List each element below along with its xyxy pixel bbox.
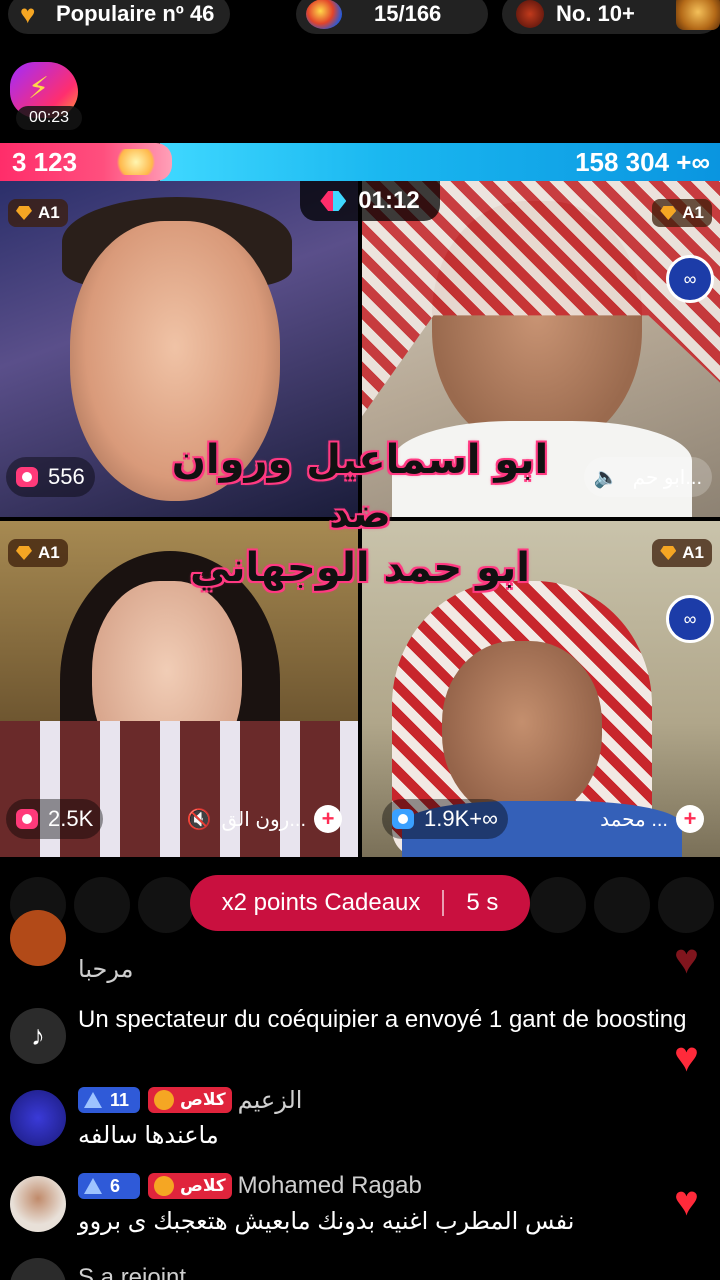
boost-banner[interactable]: x2 points Cadeaux 5 s	[190, 875, 530, 931]
left-team-score: 3 123	[12, 147, 78, 177]
live-chat: مرحبا ♥ ♪ Un spectateur du coéquipier a …	[0, 910, 720, 1280]
participant-avatars-row: x2 points Cadeaux 5 s	[0, 875, 720, 935]
versus-icon	[320, 191, 347, 211]
tiktok-icon: ♪	[10, 1008, 66, 1064]
user-avatar[interactable]	[10, 1176, 66, 1232]
fan-club-badge: كلاص	[148, 1087, 232, 1113]
chat-meta: 6 كلاص Mohamed Ragab	[78, 1172, 422, 1200]
gift-ball-icon	[306, 0, 342, 29]
viewer-stat[interactable]: 1.9K+ ∞	[382, 799, 508, 839]
ranking-pill[interactable]: No. 10+	[502, 0, 720, 34]
host-name: رون الق...	[221, 808, 306, 831]
host-name: محمد ...	[600, 808, 668, 831]
boost-label: x2 points Cadeaux	[221, 889, 421, 916]
user-avatar[interactable]	[10, 910, 66, 966]
diamond-icon	[660, 206, 677, 220]
username[interactable]: Mohamed Ragab	[238, 1172, 422, 1200]
fan-tag: كلاص	[180, 1090, 226, 1109]
popular-rank-pill[interactable]: ♥ Populaire nº 46	[8, 0, 230, 34]
diamond-icon	[16, 206, 32, 220]
overlay-title-line-2: ضد	[329, 491, 391, 537]
chat-text: نفس المطرب اغنيه بدونك مابعيش هتعجبك ى ب…	[78, 1208, 575, 1235]
camera-icon	[16, 809, 38, 829]
level-value: 6	[110, 1175, 121, 1196]
level-badge: 11	[78, 1087, 140, 1113]
mask-icon: +∞	[676, 147, 710, 177]
chat-text: ماعندها سالفه	[78, 1122, 219, 1149]
battle-score-bar: 3 123 158 304 +∞	[0, 143, 720, 181]
overlay-title-line-1: ابو اسماعيل وروان	[171, 437, 549, 483]
mask-badge-icon[interactable]: ∞	[666, 255, 714, 303]
level-badge: 6	[78, 1173, 140, 1199]
host-name-pill[interactable]: محمد ... +	[590, 799, 714, 839]
rank-badge-icon	[516, 0, 544, 28]
like-heart-icon: ♥	[674, 1033, 699, 1080]
level-icon	[84, 1092, 102, 1108]
mute-icon: 🔇	[186, 808, 212, 831]
mask-badge-icon[interactable]: ∞	[666, 595, 714, 643]
tier-label: A1	[682, 203, 704, 222]
fan-heart-icon	[154, 1176, 174, 1196]
participant-avatar[interactable]	[658, 877, 714, 933]
camera-icon	[392, 809, 414, 829]
fan-tag: كلاص	[180, 1176, 226, 1195]
host-face	[442, 641, 602, 821]
boost-countdown: 5 s	[466, 889, 499, 916]
chat-text: مرحبا	[78, 956, 134, 983]
level-value: 11	[110, 1089, 130, 1110]
battle-timer-value: 01:12	[358, 187, 420, 214]
username[interactable]: الزعيم	[238, 1086, 303, 1115]
user-avatar[interactable]	[10, 1258, 66, 1280]
fan-club-badge: كلاص	[148, 1173, 232, 1199]
participant-avatar[interactable]	[530, 877, 586, 933]
boost-separator	[442, 890, 445, 916]
follow-plus-icon[interactable]: +	[314, 805, 342, 833]
participant-avatar[interactable]	[138, 877, 194, 933]
level-icon	[84, 1178, 102, 1194]
ranking-label: No. 10+	[556, 1, 635, 26]
user-avatar[interactable]	[10, 1090, 66, 1146]
tier-badge: A1	[652, 199, 712, 227]
battle-video-grid: A1 556 A1 ∞ 🔈 ابو حم... A1 2.5K 🔇 رون الق.…	[0, 181, 720, 857]
like-heart-icon: ♥	[674, 1177, 699, 1224]
lightning-icon: ⚡	[28, 72, 50, 105]
top-stats-bar: ♥ Populaire nº 46 15/166 No. 10+	[0, 0, 720, 34]
tier-badge: A1	[8, 199, 68, 227]
tier-label: A1	[38, 203, 60, 222]
heart-icon: ♥	[20, 0, 36, 29]
right-team-score-value: 158 304	[575, 147, 670, 177]
battle-timer: 01:12	[300, 181, 440, 221]
like-heart-icon: ♥	[674, 935, 699, 982]
viewer-count: 2.5K	[48, 806, 94, 831]
viewer-count: 1.9K+	[424, 806, 483, 831]
participant-avatar[interactable]	[74, 877, 130, 933]
goal-progress-label: 15/166	[374, 1, 442, 26]
fan-heart-icon	[154, 1090, 174, 1110]
treasure-icon[interactable]	[676, 0, 720, 30]
follow-plus-icon[interactable]: +	[676, 805, 704, 833]
popular-rank-label: Populaire nº 46	[56, 1, 215, 26]
chat-meta: 11 كلاص الزعيم	[78, 1086, 302, 1114]
live-event-badge[interactable]: ⚡ 00:23	[8, 62, 82, 130]
chat-text: S a rejoint	[78, 1264, 187, 1280]
host-name-pill[interactable]: 🔇 رون الق... +	[177, 799, 352, 839]
right-team-score: 158 304 +∞	[575, 147, 710, 178]
mask-icon: ∞	[482, 806, 498, 831]
event-timer: 00:23	[16, 106, 82, 130]
score-spark-icon	[112, 149, 160, 175]
viewer-stat[interactable]: 2.5K	[6, 799, 104, 839]
overlay-title-line-3: ابو حمد الوجهاني	[190, 545, 530, 591]
goal-progress-pill[interactable]: 15/166	[296, 0, 488, 34]
participant-avatar[interactable]	[594, 877, 650, 933]
chat-text: Un spectateur du coéquipier a envoyé 1 g…	[78, 1006, 687, 1033]
